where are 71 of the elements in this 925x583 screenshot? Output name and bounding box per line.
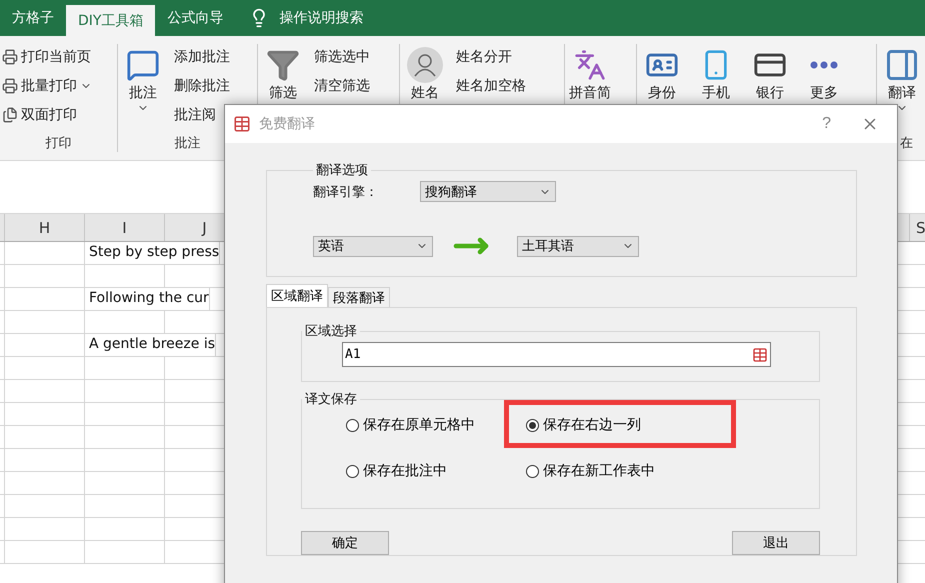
- window-title: 免费翻译: [259, 115, 316, 133]
- column-header[interactable]: S: [910, 214, 925, 241]
- radio-button[interactable]: [526, 464, 539, 478]
- radio-label[interactable]: 保存在批注中: [363, 462, 447, 480]
- ribbon-button[interactable]: 银行: [747, 44, 793, 152]
- column-header[interactable]: H: [5, 214, 85, 241]
- target-language-dropdown[interactable]: 土耳其语: [517, 236, 639, 256]
- ribbon-tab[interactable]: DIY工具箱: [66, 5, 156, 36]
- ribbon-button[interactable]: 批量打印: [2, 75, 92, 96]
- radio-label[interactable]: 保存在原单元格中: [363, 416, 475, 434]
- ribbon-button[interactable]: 翻译: [879, 44, 925, 134]
- radio-button[interactable]: [526, 418, 539, 432]
- language-icon: [574, 49, 606, 81]
- group-title: 区域选择: [304, 323, 358, 340]
- button-label: 筛选: [269, 84, 297, 102]
- button-label: 拼音简: [569, 84, 611, 102]
- dialog-button[interactable]: 确定: [301, 531, 389, 555]
- ribbon-button[interactable]: 拼音简: [567, 44, 613, 152]
- panel-icon: [884, 47, 920, 83]
- ribbon-button[interactable]: 筛选选中: [314, 46, 370, 67]
- dialog-tab[interactable]: 区域翻译: [266, 284, 328, 307]
- group-title: 打印: [46, 136, 72, 151]
- range-field[interactable]: A1: [342, 342, 771, 367]
- funnel-icon: [266, 48, 300, 82]
- ribbon-button[interactable]: 打印当前页: [2, 46, 92, 67]
- app-icon: [233, 115, 251, 133]
- button-label: 银行: [756, 84, 784, 102]
- button-label: 更多: [810, 84, 838, 102]
- button-label: 手机: [702, 84, 730, 102]
- ribbon-button[interactable]: 姓名分开: [456, 46, 526, 67]
- ribbon-button[interactable]: 姓名加空格: [456, 75, 526, 96]
- ribbon-tab[interactable]: 公式向导: [155, 0, 236, 36]
- radio-label[interactable]: 保存在右边一列: [543, 416, 641, 434]
- group-title: 批注: [174, 136, 200, 151]
- ribbon-button[interactable]: 手机: [693, 44, 739, 152]
- help-button[interactable]: ?: [810, 115, 843, 133]
- engine-dropdown[interactable]: 搜狗翻译: [420, 181, 556, 202]
- button-label: 批注: [129, 84, 157, 102]
- dialog-tab[interactable]: 段落翻译: [328, 287, 390, 307]
- ribbon-button[interactable]: 添加批注: [174, 46, 230, 67]
- ribbon-button[interactable]: 双面打印: [2, 104, 92, 125]
- engine-label: 翻译引擎：: [313, 184, 378, 200]
- more-icon: [810, 61, 838, 69]
- cell-text: Step by step press: [88, 243, 220, 260]
- ribbon-button[interactable]: 批注: [120, 44, 166, 134]
- radio-label[interactable]: 保存在新工作表中: [543, 462, 655, 480]
- pages-icon: [2, 106, 18, 122]
- person-avatar-icon: [407, 47, 443, 83]
- ribbon-button[interactable]: 清空筛选: [314, 75, 370, 96]
- button-label: 身份: [648, 84, 676, 102]
- cell-text: Following the cur: [88, 289, 209, 306]
- group-title: 译文保存: [304, 391, 358, 408]
- source-language-dropdown[interactable]: 英语: [313, 236, 433, 256]
- printer-icon: [2, 48, 18, 64]
- ribbon-tab[interactable]: 方格子: [0, 0, 66, 36]
- column-header[interactable]: I: [85, 214, 165, 241]
- button-label: 姓名: [411, 84, 439, 102]
- cell-text: A gentle breeze is: [88, 335, 215, 352]
- ribbon-button[interactable]: 删除批注: [174, 75, 230, 96]
- ribbon-button[interactable]: 身份: [639, 44, 685, 152]
- radio-button[interactable]: [346, 464, 359, 478]
- search-hint[interactable]: 操作说明搜索: [279, 9, 364, 27]
- group-title: 翻译选项: [315, 162, 369, 179]
- dialog-button[interactable]: 退出: [732, 531, 820, 555]
- speech-bubble-icon: [126, 48, 160, 82]
- button-label: 翻译: [888, 84, 916, 102]
- ribbon-button[interactable]: 姓名: [402, 44, 448, 152]
- radio-button[interactable]: [346, 418, 359, 432]
- group-title: 在: [900, 136, 913, 151]
- range-picker-icon[interactable]: [752, 346, 768, 362]
- printer-icon: [2, 78, 18, 94]
